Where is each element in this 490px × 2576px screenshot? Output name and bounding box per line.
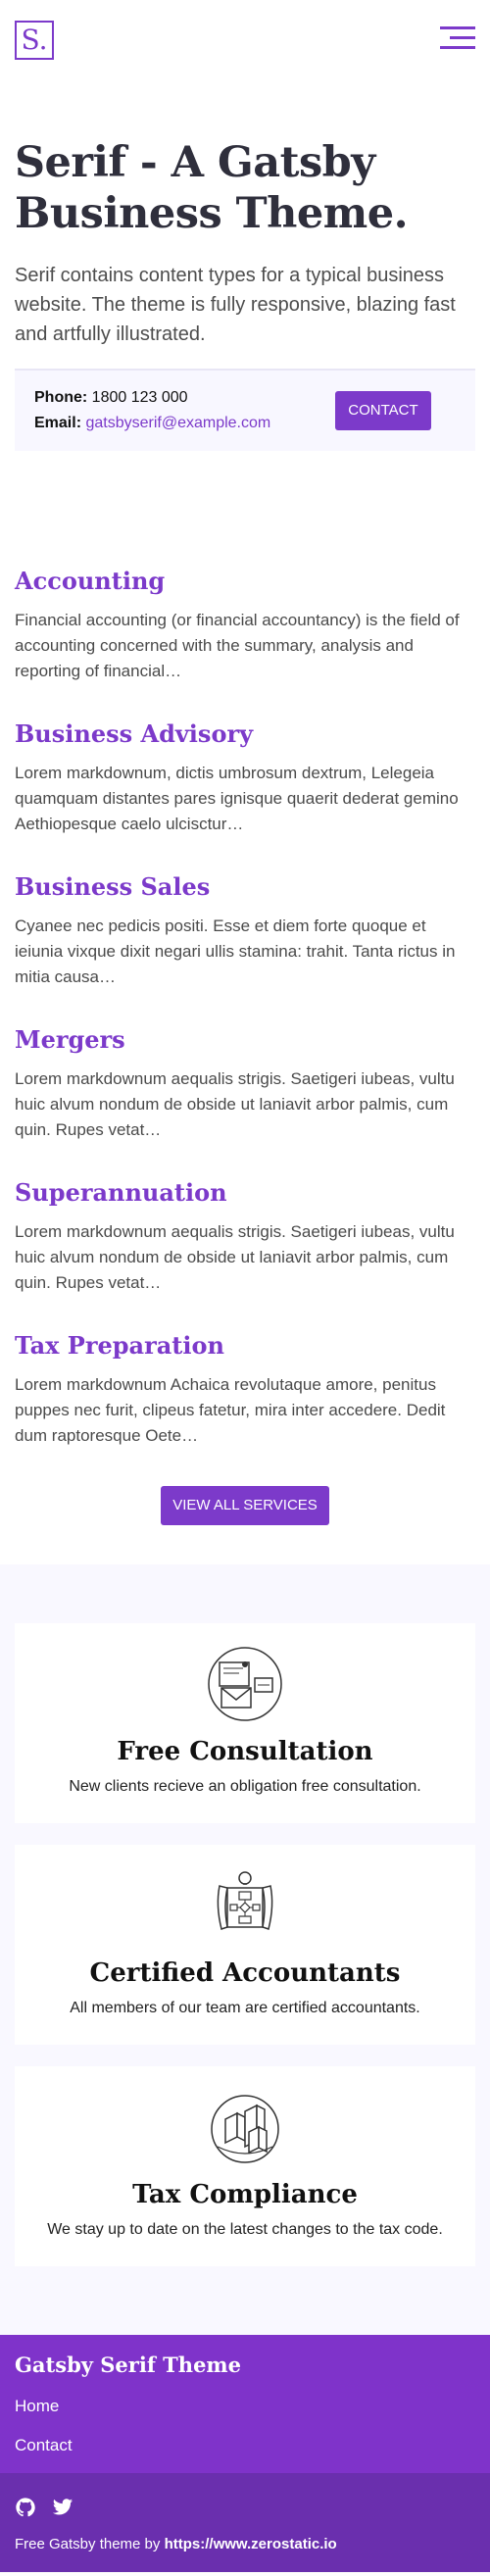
feature-description: All members of our team are certified ac… <box>70 2000 420 2016</box>
service-item: Tax Preparation Lorem markdownum Achaica… <box>15 1329 475 1449</box>
service-title[interactable]: Accounting <box>15 565 475 598</box>
site-footer: Gatsby Serif Theme Home Contact Free Gat… <box>0 2335 490 2572</box>
consultation-illustration-icon <box>208 1647 282 1721</box>
service-title[interactable]: Mergers <box>15 1023 475 1057</box>
feature-description: We stay up to date on the latest changes… <box>47 2221 443 2238</box>
site-header: S. <box>0 0 490 78</box>
footer-credit: Free Gatsby theme by https://www.zerosta… <box>15 2536 475 2552</box>
footer-bottom: Free Gatsby theme by https://www.zerosta… <box>0 2473 490 2572</box>
footer-link-contact[interactable]: Contact <box>15 2436 475 2455</box>
feature-card: Certified Accountants All members of our… <box>15 1845 475 2045</box>
email-link[interactable]: gatsbyserif@example.com <box>85 415 270 431</box>
email-label: Email: <box>34 415 82 431</box>
feature-title: Tax Compliance <box>132 2180 358 2209</box>
phone-value: 1800 123 000 <box>91 389 188 406</box>
contact-box: Phone: 1800 123 000 Email: gatsbyserif@e… <box>15 369 475 451</box>
credit-prefix: Free Gatsby theme by <box>15 2536 161 2552</box>
features-section: Free Consultation New clients recieve an… <box>0 1564 490 2335</box>
feature-title: Free Consultation <box>117 1737 373 1766</box>
hamburger-menu-icon[interactable] <box>440 25 475 52</box>
credit-link[interactable]: https://www.zerostatic.io <box>165 2536 337 2552</box>
service-excerpt: Lorem markdownum Achaica revolutaque amo… <box>15 1375 446 1445</box>
feature-title: Certified Accountants <box>89 1958 401 1988</box>
service-title[interactable]: Business Advisory <box>15 718 475 751</box>
tax-compliance-illustration-icon <box>211 2095 279 2163</box>
site-logo[interactable]: S. <box>15 21 54 60</box>
service-excerpt: Lorem markdownum aequalis strigis. Saeti… <box>15 1069 455 1139</box>
services-cta: View All Services <box>15 1482 475 1564</box>
footer-link-home[interactable]: Home <box>15 2397 475 2416</box>
service-excerpt: Lorem markdownum, dictis umbrosum dextru… <box>15 764 459 833</box>
service-item: Superannuation Lorem markdownum aequalis… <box>15 1176 475 1296</box>
contact-info: Phone: 1800 123 000 Email: gatsbyserif@e… <box>34 385 270 436</box>
service-title[interactable]: Tax Preparation <box>15 1329 475 1362</box>
logo-text: S. <box>21 24 48 56</box>
intro-lead: Serif contains content types for a typic… <box>15 265 456 345</box>
service-excerpt: Financial accounting (or financial accou… <box>15 611 460 680</box>
feature-card: Tax Compliance We stay up to date on the… <box>15 2066 475 2266</box>
services-section: Accounting Financial accounting (or fina… <box>0 451 490 1564</box>
page-title: Serif - A Gatsby Business Theme. <box>15 138 409 238</box>
footer-title: Gatsby Serif Theme <box>15 2353 242 2377</box>
feature-description: New clients recieve an obligation free c… <box>69 1778 421 1795</box>
footer-top: Gatsby Serif Theme Home Contact <box>0 2335 490 2473</box>
service-title[interactable]: Superannuation <box>15 1176 475 1210</box>
service-item: Mergers Lorem markdownum aequalis strigi… <box>15 1023 475 1143</box>
service-item: Business Advisory Lorem markdownum, dict… <box>15 718 475 837</box>
github-icon[interactable] <box>15 2497 36 2518</box>
feature-card: Free Consultation New clients recieve an… <box>15 1623 475 1823</box>
service-excerpt: Cyanee nec pedicis positi. Esse et diem … <box>15 916 456 986</box>
phone-label: Phone: <box>34 389 88 406</box>
intro-section: Serif - A Gatsby Business Theme. Serif c… <box>0 78 490 349</box>
service-excerpt: Lorem markdownum aequalis strigis. Saeti… <box>15 1222 455 1292</box>
contact-button[interactable]: Contact <box>335 391 431 430</box>
service-title[interactable]: Business Sales <box>15 870 475 904</box>
social-links <box>15 2497 475 2518</box>
view-all-services-button[interactable]: View All Services <box>161 1486 329 1525</box>
accountants-illustration-icon <box>217 1871 273 1930</box>
service-item: Accounting Financial accounting (or fina… <box>15 565 475 684</box>
twitter-icon[interactable] <box>52 2497 74 2518</box>
service-item: Business Sales Cyanee nec pedicis positi… <box>15 870 475 990</box>
